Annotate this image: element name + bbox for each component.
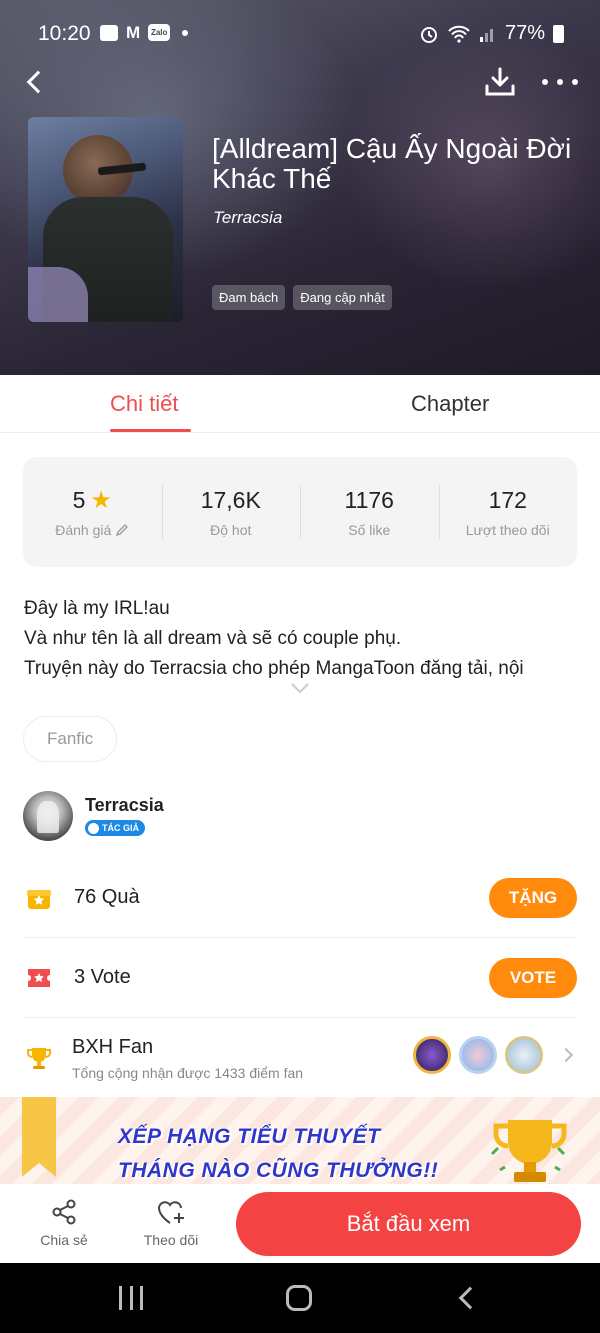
trophy-icon (27, 1048, 51, 1069)
book-header: 10:20 M Zalo 77% [Alldream] Cậu Ấy Ngoài… (0, 0, 600, 375)
fan-rank-title: BXH Fan (72, 1036, 154, 1058)
gmail-icon: M (126, 22, 141, 42)
hot-label: Độ hot (210, 522, 252, 538)
book-author[interactable]: Terracsia (213, 208, 282, 228)
status-time: 10:20 (38, 22, 91, 45)
dot-icon (557, 79, 563, 85)
share-label: Chia sẻ (40, 1232, 88, 1248)
bottom-action-bar: Chia sẻ Theo dõi Bắt đầu xem (0, 1184, 600, 1263)
author-badge: TÁC GIẢ (85, 820, 145, 836)
tab-bar: Chi tiết Chapter (0, 375, 600, 433)
signal-icon (479, 28, 493, 42)
dot-icon (572, 79, 578, 85)
likes-value: 1176 (344, 487, 394, 513)
rating-label: Đánh giá (55, 522, 112, 538)
stat-rating[interactable]: 5 ★ Đánh giá (23, 457, 162, 567)
author-avatar[interactable] (23, 791, 73, 841)
book-cover (28, 117, 183, 322)
heart-plus-icon (157, 1201, 184, 1224)
author-name[interactable]: Terracsia (85, 795, 164, 816)
tag-status: Đang cập nhật (293, 285, 392, 310)
alarm-icon (420, 26, 437, 43)
description-line: Truyện này do Terracsia cho phép MangaTo… (24, 658, 524, 679)
description-line: Đây là my IRL!au (24, 598, 170, 619)
followers-value: 172 (488, 487, 527, 513)
home-button[interactable] (286, 1285, 312, 1311)
fan-rank-subtitle: Tổng cộng nhận được 1433 điểm fan (72, 1065, 304, 1081)
follow-label: Theo dõi (143, 1232, 199, 1248)
gold-trophy-icon (490, 1120, 567, 1182)
tag-list: Đam bách Đang cập nhật (212, 285, 392, 310)
gift-icon (27, 890, 51, 909)
message-icon (100, 24, 118, 41)
back-button[interactable] (20, 64, 56, 100)
stat-followers: 172 Lượt theo dõi (438, 457, 578, 567)
follow-button[interactable]: Theo dõi (131, 1198, 211, 1248)
book-title: [Alldream] Cậu Ấy Ngoài Đời Khác Thế (212, 133, 572, 194)
vote-button[interactable]: VOTE (489, 958, 577, 998)
gift-button[interactable]: TẶNG (489, 878, 577, 918)
recent-apps-button[interactable] (119, 1286, 143, 1310)
fan-avatar (459, 1036, 497, 1074)
notification-icons: M Zalo (100, 22, 189, 42)
description-line: Và như tên là all dream và sẽ có couple … (24, 628, 402, 649)
fan-rank-row[interactable]: BXH Fan Tổng cộng nhận được 1433 điểm fa… (23, 1018, 577, 1098)
banner-line-2: THÁNG NÀO CŨNG THƯỞNG!! (118, 1159, 439, 1182)
share-icon (52, 1199, 76, 1225)
followers-label: Lượt theo dõi (465, 522, 550, 538)
chevron-down-icon[interactable] (290, 682, 310, 694)
rating-value: 5 (72, 487, 86, 513)
description[interactable]: Đây là my IRL!au Và như tên là all dream… (24, 594, 584, 684)
battery-percent: 77% (504, 22, 545, 44)
system-icons: 77% (419, 22, 564, 45)
bookmark-ribbon-icon (22, 1097, 56, 1177)
pencil-icon (116, 524, 129, 537)
zalo-icon: Zalo (148, 24, 171, 41)
tab-details[interactable]: Chi tiết (110, 391, 178, 417)
download-button[interactable] (482, 64, 518, 100)
vote-count: 3 Vote (74, 966, 131, 988)
gift-row: 76 Quà TẶNG (23, 858, 577, 938)
back-arrow-icon (26, 70, 50, 94)
tab-chapter[interactable]: Chapter (411, 391, 489, 417)
tab-active-indicator (110, 429, 191, 432)
likes-label: Số like (348, 522, 391, 538)
tag-genre[interactable]: Đam bách (212, 285, 286, 310)
share-button[interactable]: Chia sẻ (24, 1198, 104, 1248)
more-options-button[interactable] (540, 64, 580, 100)
download-icon (485, 67, 515, 96)
fan-avatar (505, 1036, 543, 1074)
author-badge-label: TÁC GIẢ (102, 823, 139, 833)
start-reading-button[interactable]: Bắt đầu xem (236, 1192, 581, 1256)
banner-line-1: XẾP HẠNG TIỂU THUYẾT (118, 1125, 381, 1148)
system-back-button[interactable] (458, 1286, 482, 1310)
stats-card: 5 ★ Đánh giá 17,6K Độ hot 1176 Số like 17… (23, 457, 577, 567)
more-notifications-dot (182, 29, 189, 36)
star-icon: ★ (90, 486, 112, 514)
wifi-icon (448, 25, 470, 43)
fan-avatar (413, 1036, 451, 1074)
dot-icon (542, 79, 548, 85)
system-nav-bar (0, 1263, 600, 1333)
battery-icon (553, 24, 564, 43)
stat-hot: 17,6K Độ hot (161, 457, 301, 567)
hot-value: 17,6K (200, 487, 261, 513)
stat-likes: 1176 Số like (300, 457, 439, 567)
top-bar (0, 60, 600, 104)
chevron-right-icon (558, 1047, 574, 1063)
vote-row: 3 Vote VOTE (23, 938, 577, 1018)
drop-icon (88, 822, 99, 834)
gift-count: 76 Quà (74, 886, 140, 908)
genre-chip[interactable]: Fanfic (23, 716, 118, 762)
top-fans (413, 1036, 543, 1074)
vote-ticket-icon (28, 969, 50, 987)
